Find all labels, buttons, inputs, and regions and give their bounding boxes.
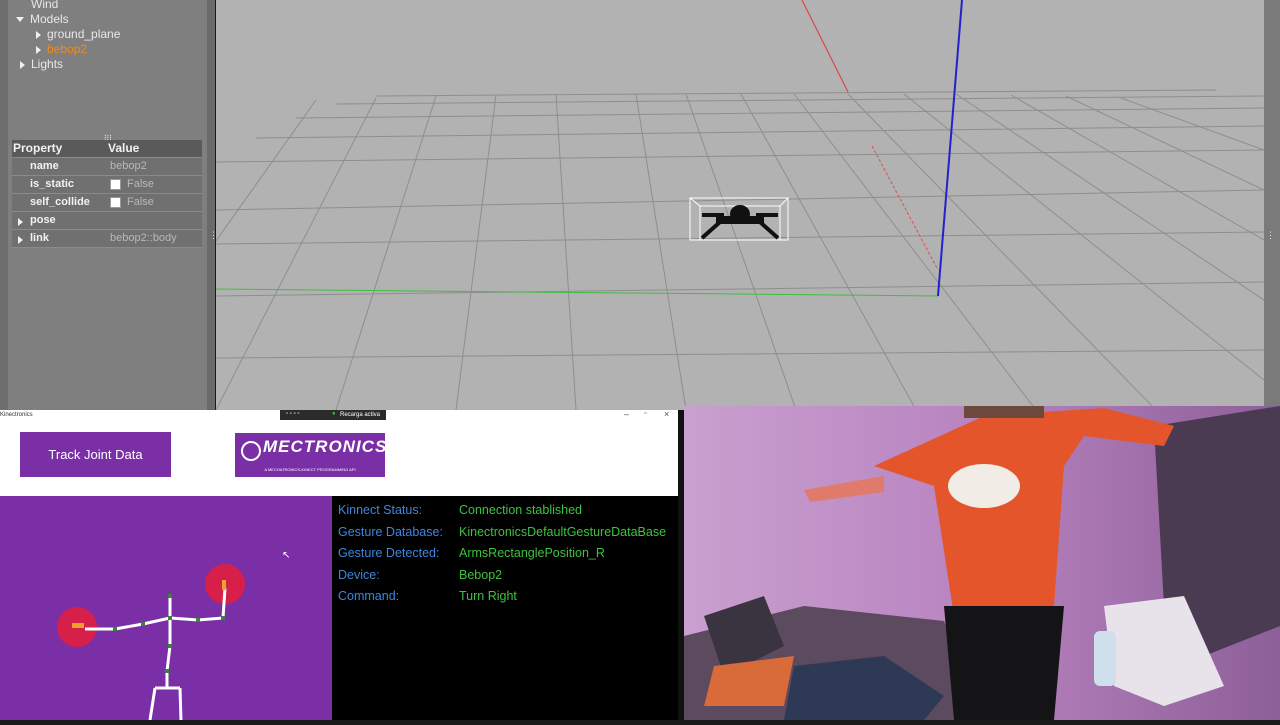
property-value-cell[interactable]: False bbox=[110, 196, 154, 208]
status-label: Gesture Database: bbox=[338, 525, 443, 539]
tree-item-wind[interactable]: Wind bbox=[31, 0, 58, 11]
webcam-feed bbox=[684, 406, 1280, 720]
tree-item-label: Models bbox=[30, 12, 69, 26]
tree-item-bebop2[interactable]: bebop2 bbox=[36, 42, 87, 56]
property-value: False bbox=[127, 196, 154, 208]
status-value: ArmsRectanglePosition_R bbox=[459, 546, 605, 560]
chevron-right-icon[interactable] bbox=[20, 60, 25, 69]
property-value: False bbox=[127, 178, 154, 190]
property-key: self_collide bbox=[30, 196, 90, 208]
property-key: pose bbox=[30, 214, 56, 226]
recording-tools-icon[interactable]: ▫ ▫ ▫ ▫ bbox=[286, 411, 300, 417]
y-axis-line bbox=[801, 0, 849, 93]
viewport-scene[interactable] bbox=[216, 0, 1264, 410]
tree-item-lights[interactable]: Lights bbox=[20, 57, 63, 71]
property-header: Property bbox=[13, 141, 63, 155]
status-value: KinectronicsDefaultGestureDataBase bbox=[459, 525, 667, 539]
ground-grid bbox=[216, 89, 1264, 410]
tree-item-models[interactable]: Models bbox=[16, 12, 69, 26]
skeleton-drawing: ↖ bbox=[57, 550, 290, 721]
recording-label: Recarga activa bbox=[340, 412, 381, 418]
logo-emblem-icon bbox=[241, 441, 261, 461]
maximize-icon[interactable]: ▫ bbox=[644, 410, 646, 417]
property-row-link[interactable]: link bebop2::body bbox=[12, 230, 202, 248]
status-value: Turn Right bbox=[459, 589, 517, 603]
chevron-down-icon[interactable] bbox=[16, 17, 24, 23]
tree-item-ground-plane[interactable]: ground_plane bbox=[36, 27, 120, 41]
tree-item-label: Lights bbox=[31, 57, 64, 71]
3d-viewport[interactable] bbox=[216, 0, 1264, 410]
splitter-grip-icon[interactable]: ⋮ bbox=[1266, 230, 1275, 241]
tree-item-label: bebop2 bbox=[47, 42, 88, 56]
chevron-right-icon[interactable] bbox=[18, 218, 23, 227]
checkbox[interactable] bbox=[110, 196, 121, 208]
webcam-image bbox=[684, 406, 1280, 720]
drone-bebop2[interactable] bbox=[689, 197, 789, 241]
property-row-name[interactable]: name bebop2 bbox=[12, 158, 202, 176]
z-axis-line bbox=[937, 0, 963, 297]
tree-item-label: ground_plane bbox=[47, 27, 121, 41]
property-value-cell[interactable]: False bbox=[110, 178, 154, 190]
logo-subtitle: A MECHATRONICS-KINECT PROGRAMMING API bbox=[264, 467, 356, 472]
kinectronics-window: Kinectronics – ▫ × ▫ ▫ ▫ ▫ ● Recarga act… bbox=[0, 409, 678, 721]
property-key: is_static bbox=[30, 178, 75, 190]
property-table-header: Property Value bbox=[12, 140, 202, 158]
track-joint-data-button[interactable]: Track Joint Data bbox=[20, 432, 171, 477]
logo-text: MECTRONICS bbox=[263, 437, 388, 456]
skeleton-bones bbox=[85, 587, 227, 721]
status-label: Gesture Detected: bbox=[338, 546, 440, 560]
property-value[interactable]: bebop2 bbox=[110, 160, 147, 172]
property-key: link bbox=[30, 232, 49, 244]
status-panel: Kinnect Status: Connection stablished Ge… bbox=[332, 496, 678, 720]
property-value[interactable]: bebop2::body bbox=[110, 232, 177, 244]
status-label: Device: bbox=[338, 568, 380, 582]
minimize-icon[interactable]: – bbox=[624, 409, 629, 419]
panel-splitter[interactable] bbox=[207, 0, 215, 410]
value-header: Value bbox=[108, 141, 140, 155]
panel-edge bbox=[0, 0, 8, 410]
tree-item-label: Wind bbox=[31, 0, 59, 11]
skeleton-view: ↖ bbox=[0, 496, 332, 721]
status-label: Command: bbox=[338, 589, 400, 603]
mectronics-logo: MECTRONICS A MECHATRONICS-KINECT PROGRAM… bbox=[235, 433, 388, 477]
window-title: Kinectronics bbox=[0, 412, 33, 418]
close-icon[interactable]: × bbox=[664, 409, 669, 419]
chevron-right-icon[interactable] bbox=[36, 30, 41, 39]
status-value: Bebop2 bbox=[459, 568, 503, 582]
mouse-cursor-icon: ↖ bbox=[282, 550, 290, 561]
record-dot-icon: ● bbox=[332, 411, 336, 417]
property-key: name bbox=[30, 160, 59, 172]
world-panel: Wind Models ground_plane bebop2 Lights ⁝… bbox=[0, 0, 208, 410]
property-row-pose[interactable]: pose bbox=[12, 212, 202, 230]
right-panel-bar[interactable] bbox=[1264, 0, 1280, 410]
chevron-right-icon[interactable] bbox=[18, 236, 23, 245]
status-label: Kinnect Status: bbox=[338, 503, 423, 517]
property-row-is-static[interactable]: is_static False bbox=[12, 176, 202, 194]
property-table: Property Value name bebop2 is_static Fal… bbox=[12, 140, 202, 248]
chevron-right-icon[interactable] bbox=[36, 45, 41, 54]
status-value: Connection stablished bbox=[459, 503, 582, 517]
property-row-self-collide[interactable]: self_collide False bbox=[12, 194, 202, 212]
checkbox[interactable] bbox=[110, 178, 121, 190]
recording-toolbar[interactable]: ▫ ▫ ▫ ▫ ● Recarga activa bbox=[280, 410, 386, 420]
